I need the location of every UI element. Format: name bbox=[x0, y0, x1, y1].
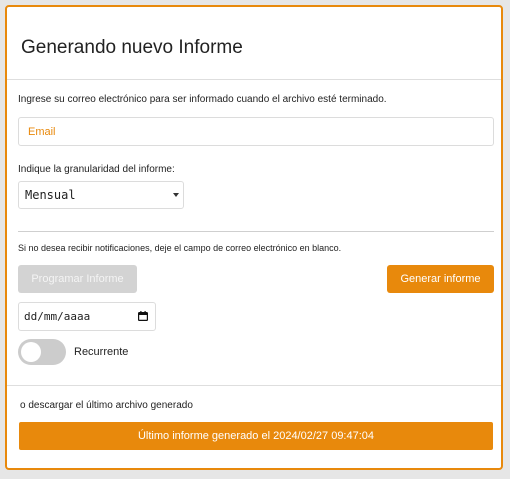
modal-title: Generando nuevo Informe bbox=[21, 37, 243, 58]
download-last-report-button[interactable]: Último informe generado el 2024/02/27 09… bbox=[19, 422, 493, 450]
granularity-select[interactable]: Mensual bbox=[18, 181, 184, 209]
schedule-date-field[interactable]: dd/mm/aaaa bbox=[18, 302, 156, 331]
schedule-report-button[interactable]: Programar Informe bbox=[18, 265, 137, 293]
email-help-text: Ingrese su correo electrónico para ser i… bbox=[18, 94, 387, 105]
calendar-icon[interactable] bbox=[138, 311, 148, 321]
granularity-selected-value: Mensual bbox=[25, 188, 76, 202]
footer-divider bbox=[7, 385, 501, 386]
notification-note: Si no desea recibir notificaciones, deje… bbox=[18, 243, 342, 253]
chevron-down-icon bbox=[173, 193, 179, 197]
toggle-knob bbox=[21, 342, 41, 362]
report-modal: Generando nuevo Informe Ingrese su corre… bbox=[5, 5, 503, 470]
email-field[interactable] bbox=[18, 117, 494, 146]
recurring-label: Recurrente bbox=[74, 346, 129, 358]
download-prompt: o descargar el último archivo generado bbox=[20, 400, 193, 411]
granularity-label: Indique la granularidad del informe: bbox=[18, 164, 175, 175]
modal-header: Generando nuevo Informe bbox=[7, 7, 501, 80]
recurring-toggle[interactable] bbox=[18, 339, 66, 365]
section-divider bbox=[18, 231, 494, 232]
date-placeholder: dd/mm/aaaa bbox=[24, 310, 91, 323]
generate-report-button[interactable]: Generar informe bbox=[387, 265, 494, 293]
